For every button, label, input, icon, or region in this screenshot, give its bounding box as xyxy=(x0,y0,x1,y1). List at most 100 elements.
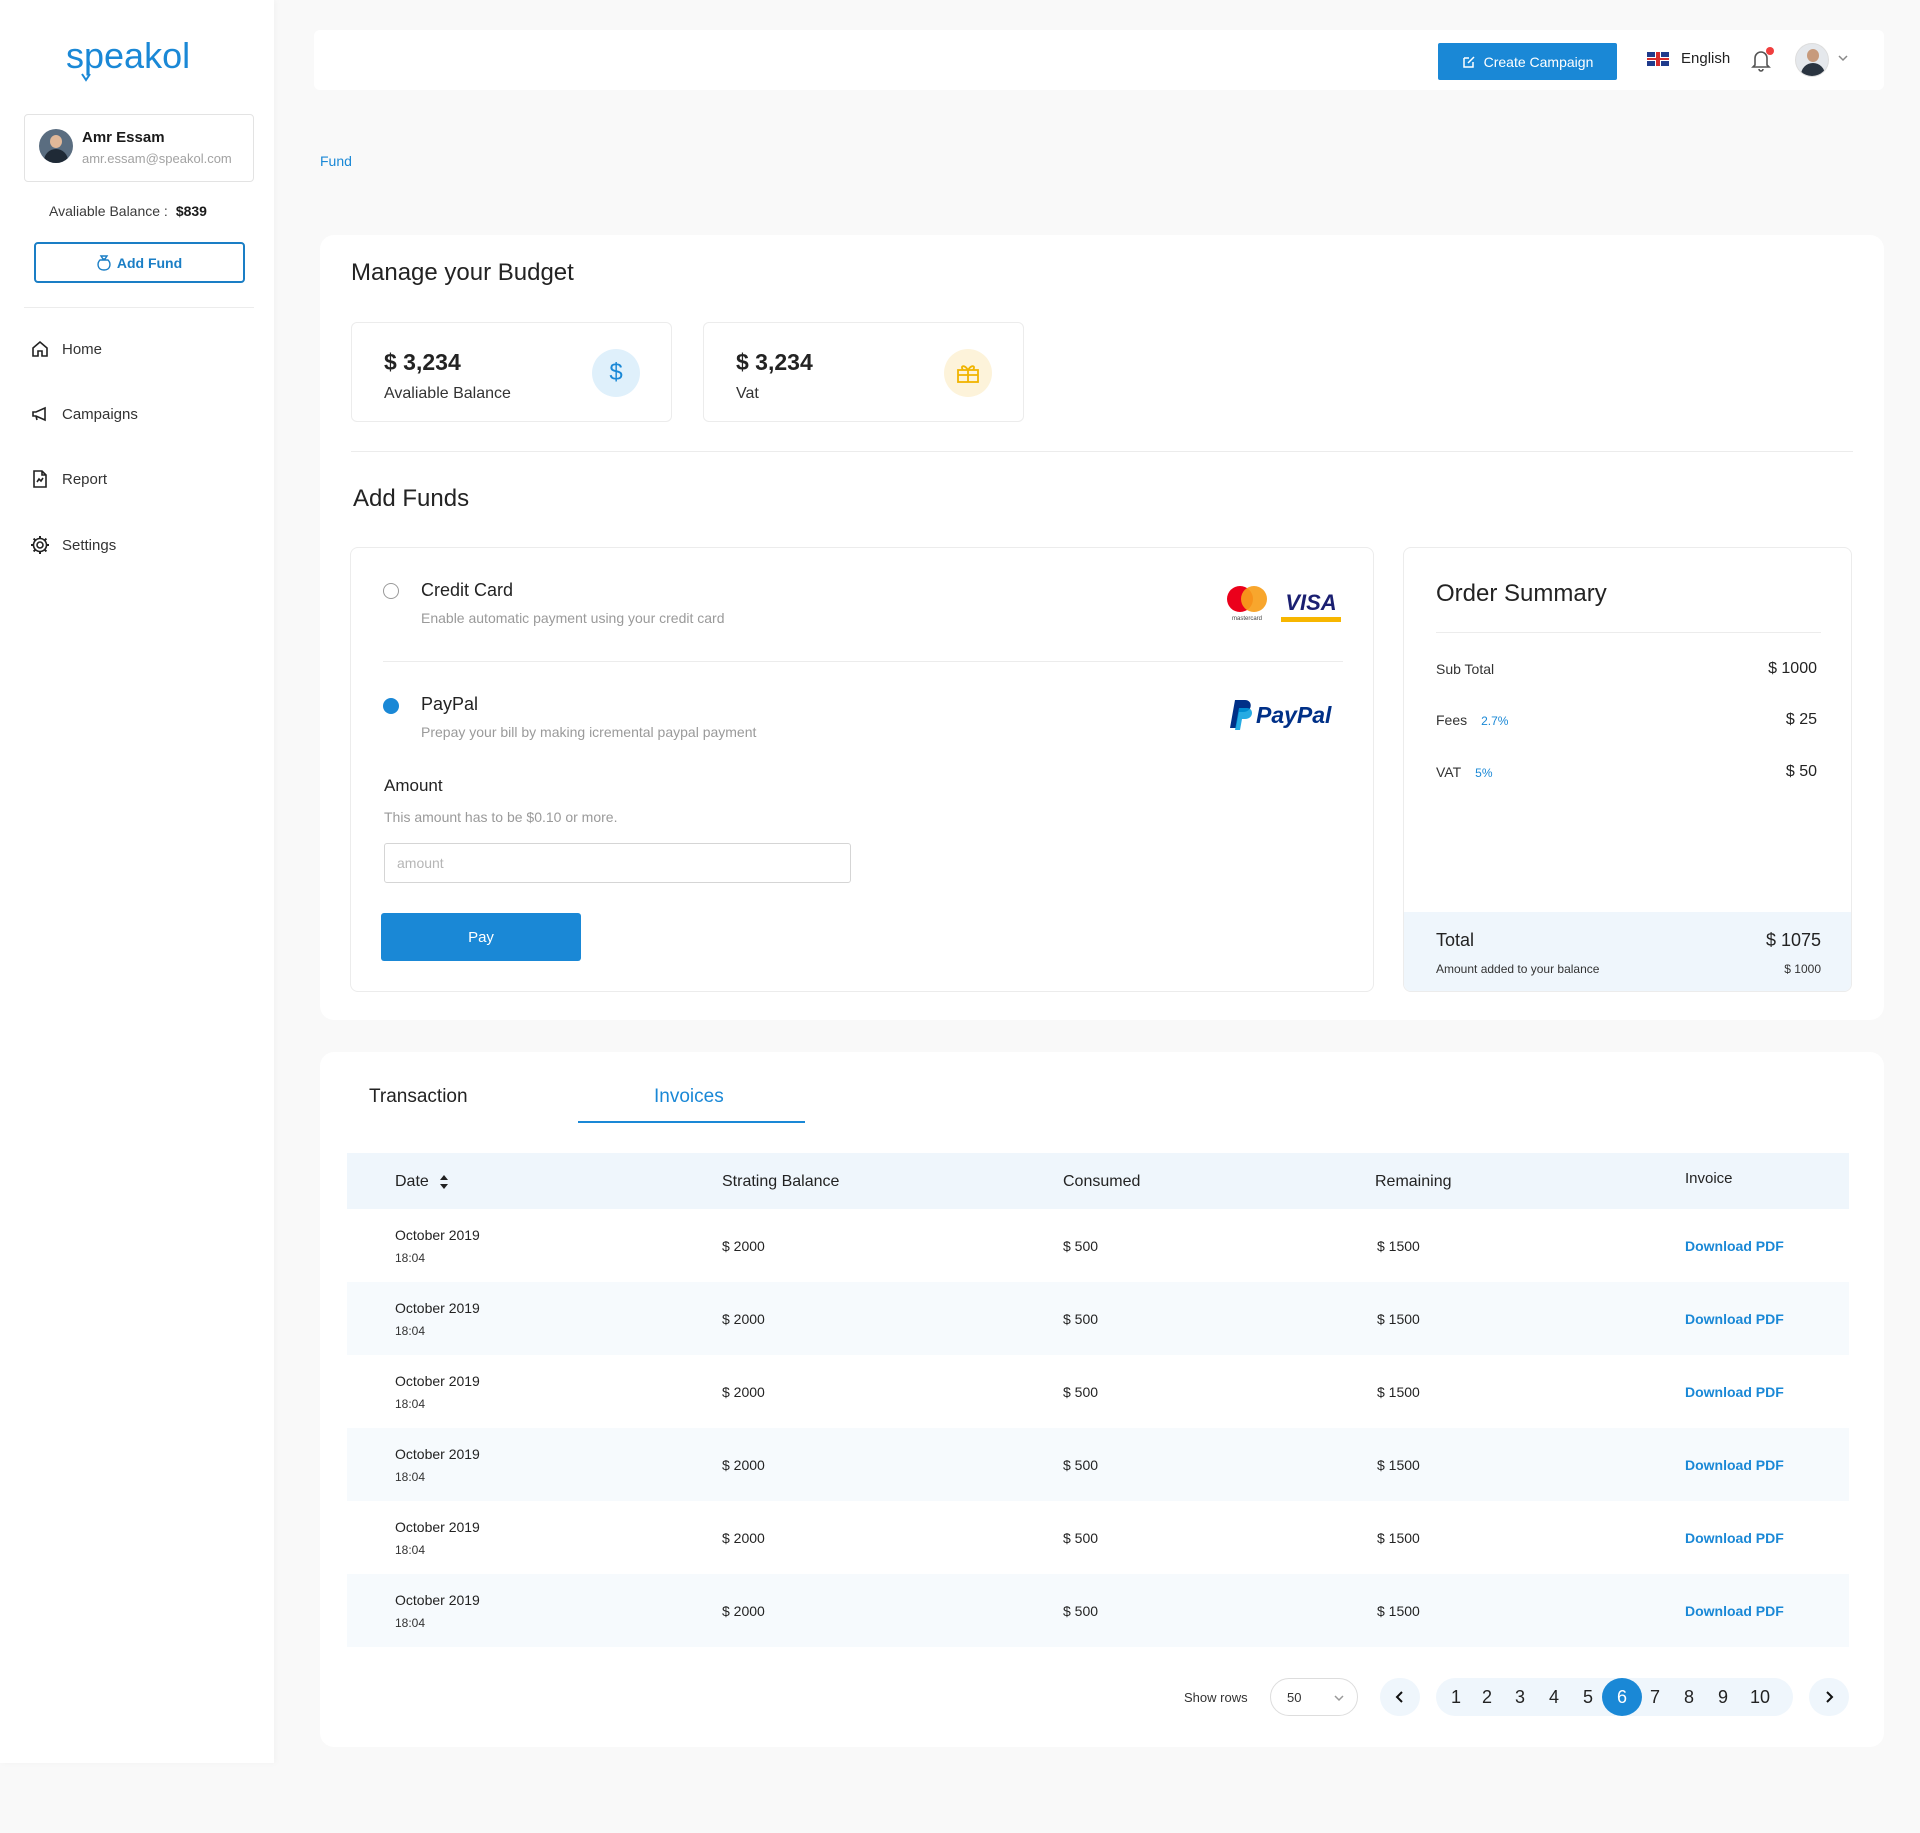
time-text: 18:04 xyxy=(395,1397,426,1411)
stat-label: Vat xyxy=(736,385,759,402)
remaining-cell: $ 1500 xyxy=(1377,1457,1420,1473)
sidebar: speakol Amr Essam amr.essam@speakol.com … xyxy=(0,0,274,1763)
page-10-button[interactable]: 10 xyxy=(1740,1678,1780,1716)
next-page-button[interactable] xyxy=(1809,1678,1849,1716)
page-9-button[interactable]: 9 xyxy=(1703,1678,1743,1716)
chevron-down-icon[interactable] xyxy=(1837,52,1849,64)
remaining-cell: $ 1500 xyxy=(1377,1238,1420,1254)
date-cell: October 2019 18:04 xyxy=(395,1592,480,1630)
summary-label-text: VAT xyxy=(1436,764,1462,780)
summary-value: $ 25 xyxy=(1785,711,1817,728)
table-row: October 2019 18:04 $ 2000 $ 500 $ 1500 Downlo… xyxy=(347,1574,1849,1647)
sidebar-item-settings[interactable]: Settings xyxy=(30,535,116,555)
order-summary: Order Summary Sub Total $ 1000 Fees 2.7% … xyxy=(1403,547,1852,992)
svg-text:speakol: speakol xyxy=(66,35,190,76)
total-value: $ 1075 xyxy=(1765,930,1821,950)
notification-button[interactable] xyxy=(1750,47,1774,72)
sidebar-item-label: Campaigns xyxy=(62,405,138,423)
tab-transaction[interactable]: Transaction xyxy=(369,1086,468,1108)
budget-card: Manage your Budget $ 3,234 Avaliable Bal… xyxy=(320,235,1884,1020)
edit-icon xyxy=(1462,55,1475,68)
amount-input[interactable] xyxy=(384,843,851,883)
date-text: October 2019 xyxy=(395,1592,480,1608)
home-icon xyxy=(32,340,48,357)
language-selector[interactable]: English xyxy=(1647,50,1730,67)
download-pdf-link[interactable]: Download PDF xyxy=(1685,1530,1784,1546)
uk-flag-icon xyxy=(1647,51,1669,66)
time-text: 18:04 xyxy=(395,1616,426,1630)
starting-balance-header: Strating Balance xyxy=(722,1173,840,1190)
date-text: October 2019 xyxy=(395,1446,480,1462)
paypal-radio[interactable] xyxy=(383,698,399,714)
speakol-logo[interactable]: speakol xyxy=(66,34,200,84)
add-fund-label: Add Fund xyxy=(116,254,183,271)
megaphone-icon xyxy=(32,406,46,422)
create-campaign-button[interactable]: Create Campaign xyxy=(1438,43,1617,80)
sidebar-item-home[interactable]: Home xyxy=(30,339,102,359)
date-cell: October 2019 18:04 xyxy=(395,1300,480,1338)
remaining-cell: $ 1500 xyxy=(1377,1530,1420,1546)
rows-per-page-select[interactable]: 50 xyxy=(1270,1678,1358,1716)
consumed-cell: $ 500 xyxy=(1063,1384,1099,1400)
section-divider xyxy=(351,451,1853,452)
table-row: October 2019 18:04 $ 2000 $ 500 $ 1500 Downlo… xyxy=(347,1282,1849,1355)
summary-row: VAT 5% $ 50 xyxy=(1436,763,1817,781)
download-pdf-link[interactable]: Download PDF xyxy=(1685,1603,1784,1619)
add-funds-title: Add Funds xyxy=(353,485,470,512)
date-text: October 2019 xyxy=(395,1300,480,1316)
invoice-header: Invoice xyxy=(1685,1170,1733,1187)
download-pdf-link[interactable]: Download PDF xyxy=(1685,1311,1784,1327)
summary-rate: 5% xyxy=(1475,766,1493,780)
sidebar-item-campaigns[interactable]: Campaigns xyxy=(30,404,138,424)
page-list: 1 2 3 4 5 6 7 8 9 10 xyxy=(1436,1678,1793,1716)
paypal-title: PayPal xyxy=(421,694,479,714)
svg-text:mastercard: mastercard xyxy=(1232,616,1262,622)
avatar xyxy=(39,129,73,163)
user-name: Amr Essam xyxy=(82,129,165,146)
time-text: 18:04 xyxy=(395,1251,426,1265)
chevron-right-icon xyxy=(1826,1691,1834,1703)
download-pdf-link[interactable]: Download PDF xyxy=(1685,1238,1784,1254)
pay-button[interactable]: Pay xyxy=(381,913,581,961)
user-card[interactable]: Amr Essam amr.essam@speakol.com xyxy=(24,114,254,182)
remaining-cell: $ 1500 xyxy=(1377,1311,1420,1327)
create-campaign-label: Create Campaign xyxy=(1483,53,1594,70)
consumed-cell: $ 500 xyxy=(1063,1238,1099,1254)
consumed-cell: $ 500 xyxy=(1063,1311,1099,1327)
sort-icon[interactable] xyxy=(439,1174,449,1190)
credit-card-radio[interactable] xyxy=(383,583,399,599)
date-header-label: Date xyxy=(395,1173,429,1190)
invoices-card: Transaction Invoices Date Strating Balan… xyxy=(320,1052,1884,1747)
sidebar-item-report[interactable]: Report xyxy=(30,469,107,489)
remaining-header: Remaining xyxy=(1375,1173,1452,1190)
consumed-header: Consumed xyxy=(1063,1173,1141,1190)
option-divider xyxy=(383,661,1343,662)
download-pdf-link[interactable]: Download PDF xyxy=(1685,1384,1784,1400)
sidebar-item-label: Settings xyxy=(62,536,117,554)
date-cell: October 2019 18:04 xyxy=(395,1373,480,1411)
svg-text:VISA: VISA xyxy=(1285,590,1336,615)
date-header[interactable]: Date xyxy=(395,1173,449,1191)
summary-value: $ 1000 xyxy=(1768,660,1817,677)
active-tab-indicator xyxy=(578,1121,805,1123)
amount-help: This amount has to be $0.10 or more. xyxy=(384,809,618,825)
time-text: 18:04 xyxy=(395,1470,426,1484)
prev-page-button[interactable] xyxy=(1380,1678,1420,1716)
date-cell: October 2019 18:04 xyxy=(395,1227,480,1265)
tab-invoices[interactable]: Invoices xyxy=(654,1086,724,1108)
summary-label: VAT 5% xyxy=(1436,764,1493,780)
vat-stat: $ 3,234 Vat xyxy=(703,322,1024,422)
sidebar-balance-label: Avaliable Balance : xyxy=(49,203,168,219)
chevron-left-icon xyxy=(1395,1691,1403,1703)
download-pdf-link[interactable]: Download PDF xyxy=(1685,1457,1784,1473)
profile-avatar[interactable] xyxy=(1795,43,1829,77)
table-row: October 2019 18:04 $ 2000 $ 500 $ 1500 Downlo… xyxy=(347,1428,1849,1501)
breadcrumb[interactable]: Fund xyxy=(320,153,352,169)
add-fund-button[interactable]: Add Fund xyxy=(34,242,245,283)
balance-stat: $ 3,234 Avaliable Balance $ xyxy=(351,322,672,422)
summary-row: Sub Total $ 1000 xyxy=(1436,660,1817,678)
stat-label: Avaliable Balance xyxy=(384,385,511,402)
dollar-icon: $ xyxy=(592,349,640,397)
gift-icon xyxy=(944,349,992,397)
consumed-cell: $ 500 xyxy=(1063,1530,1099,1546)
